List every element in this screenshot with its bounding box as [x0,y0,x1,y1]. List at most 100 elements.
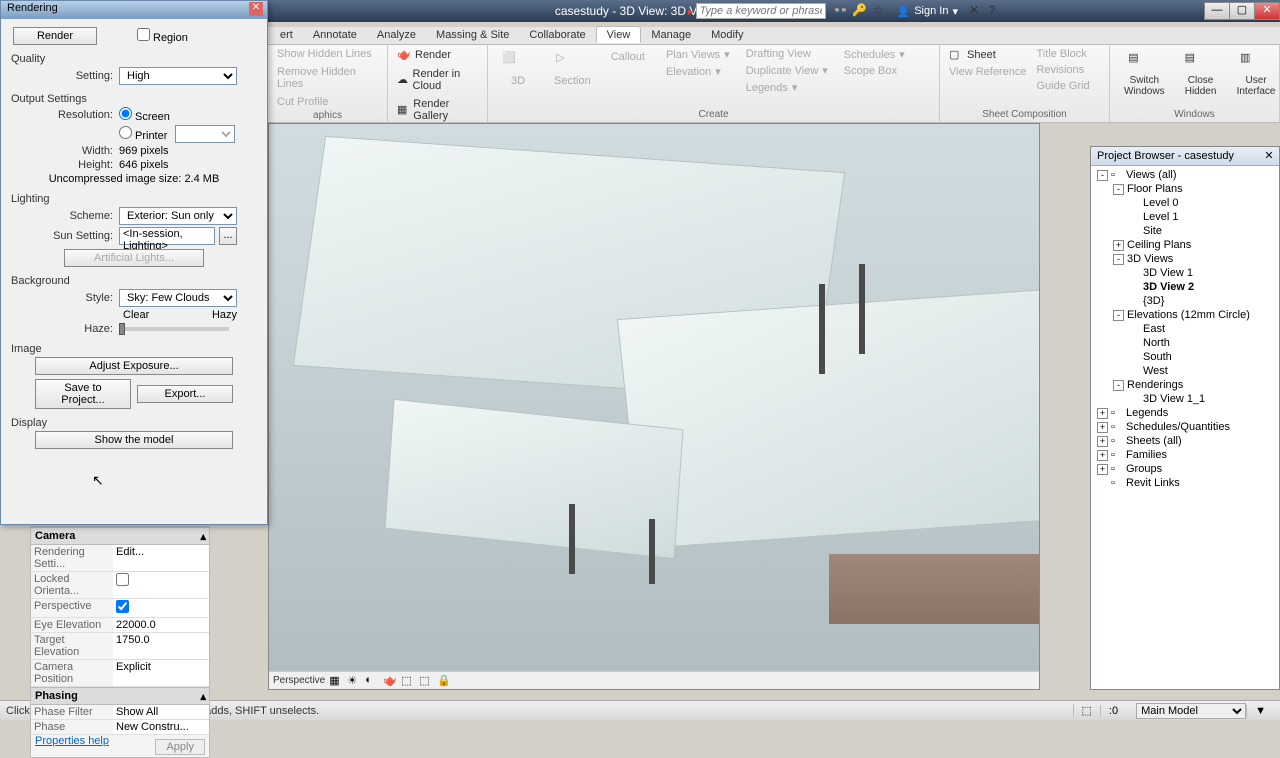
expand-icon[interactable]: - [1113,310,1124,321]
revisions-button[interactable]: Revisions [1033,63,1092,77]
property-row[interactable]: Perspective [31,599,209,618]
3d-view-button[interactable]: ⬜3D [494,47,542,91]
render-gallery-button[interactable]: ▦Render Gallery [394,97,481,123]
expand-icon[interactable]: + [1113,240,1124,251]
render-cloud-button[interactable]: ☁Render in Cloud [394,67,481,93]
lock-icon[interactable]: 🔒 [437,674,451,688]
tree-node[interactable]: +Ceiling Plans [1091,238,1279,252]
tree-node[interactable]: +▫Schedules/Quantities [1091,420,1279,434]
visual-style-icon[interactable]: ▦ [329,674,343,688]
exchange-icon[interactable]: ✕ [966,3,982,19]
section-button[interactable]: ▷Section [546,47,599,91]
property-row[interactable]: Phase FilterShow All [31,705,209,720]
render-button[interactable]: 🫖Render [394,47,454,63]
signin-button[interactable]: 👤 Sign In ▾ [897,5,958,18]
expand-icon[interactable]: + [1097,464,1108,475]
adjust-exposure-button[interactable]: Adjust Exposure... [35,357,233,375]
binoculars-icon[interactable]: 👓 [833,3,849,19]
view-ref-button[interactable]: View Reference [946,65,1029,79]
expand-icon[interactable]: - [1097,170,1108,181]
tree-node[interactable]: East [1091,322,1279,336]
shadows-icon[interactable]: ◐ [365,674,379,688]
filter-icon[interactable]: ▼ [1246,705,1274,717]
apply-button[interactable]: Apply [155,739,205,755]
property-row[interactable]: Locked Orienta... [31,572,209,599]
tab-massing[interactable]: Massing & Site [426,27,519,44]
tree-node[interactable]: +▫Sheets (all) [1091,434,1279,448]
schedules-button[interactable]: Schedules ▾ [841,47,908,62]
export-button[interactable]: Export... [137,385,233,403]
close-button[interactable]: ✕ [1254,2,1280,20]
drafting-view-button[interactable]: Drafting View [743,47,831,61]
sun-setting-browse-button[interactable]: ... [219,227,237,245]
tree-node[interactable]: Site [1091,224,1279,238]
elevation-button[interactable]: Elevation ▾ [663,64,733,79]
tab-collaborate[interactable]: Collaborate [519,27,595,44]
callout-button[interactable]: Callout [603,47,653,67]
property-row[interactable]: Camera PositionExplicit [31,660,209,687]
background-style-dropdown[interactable]: Sky: Few Clouds [119,289,237,307]
guide-grid-button[interactable]: Guide Grid [1033,79,1092,93]
favorite-icon[interactable]: ☆ [871,3,887,19]
tree-node[interactable]: {3D} [1091,294,1279,308]
tree-node[interactable]: -Floor Plans [1091,182,1279,196]
property-row[interactable]: Target Elevation1750.0 [31,633,209,660]
tree-node[interactable]: -▫Views (all) [1091,168,1279,182]
render-icon[interactable]: 🫖 [383,674,397,688]
plan-views-button[interactable]: Plan Views ▾ [663,47,733,62]
help-icon[interactable]: ? [984,3,1000,19]
tree-node[interactable]: -3D Views [1091,252,1279,266]
tab-view[interactable]: View [596,26,642,43]
press-drag-icon[interactable]: ⬚ [1073,704,1100,717]
tab-insert[interactable]: ert [270,27,303,44]
sun-path-icon[interactable]: ☀ [347,674,361,688]
expand-icon[interactable]: + [1097,422,1108,433]
show-model-button[interactable]: Show the model [35,431,233,449]
collapse-icon[interactable]: ▴ [200,690,206,703]
tree-node[interactable]: -Renderings [1091,378,1279,392]
key-icon[interactable]: 🔑 [852,3,868,19]
expand-icon[interactable]: + [1097,436,1108,447]
scope-box-button[interactable]: Scope Box [841,64,908,78]
tab-annotate[interactable]: Annotate [303,27,367,44]
dialog-title-bar[interactable]: Rendering ✕ [1,1,267,19]
printer-radio[interactable]: Printer [119,126,167,142]
camera-category[interactable]: Camera▴ [31,527,209,545]
region-checkbox[interactable] [137,28,150,41]
expand-icon[interactable]: - [1113,254,1124,265]
tree-node[interactable]: ▫Revit Links [1091,476,1279,490]
minimize-button[interactable]: — [1204,2,1230,20]
crop-icon[interactable]: ⬚ [401,674,415,688]
lighting-scheme-dropdown[interactable]: Exterior: Sun only [119,207,237,225]
tab-analyze[interactable]: Analyze [367,27,426,44]
sheet-button[interactable]: ▢Sheet [946,47,1029,63]
property-row[interactable]: Eye Elevation22000.0 [31,618,209,633]
tree-node[interactable]: 3D View 2 [1091,280,1279,294]
tab-manage[interactable]: Manage [641,27,701,44]
screen-radio[interactable]: Screen [119,107,170,123]
legends-button[interactable]: Legends ▾ [743,80,831,95]
tree-node[interactable]: Level 1 [1091,210,1279,224]
project-browser-title[interactable]: Project Browser - casestudy ✕ [1091,147,1279,166]
expand-icon[interactable]: - [1113,380,1124,391]
properties-help-link[interactable]: Properties help [31,732,113,750]
crop-show-icon[interactable]: ⬚ [419,674,433,688]
search-input[interactable] [696,3,826,19]
3d-viewport[interactable]: Perspective ▦ ☀ ◐ 🫖 ⬚ ⬚ 🔒 [268,123,1040,690]
tree-node[interactable]: North [1091,336,1279,350]
dialog-close-button[interactable]: ✕ [249,2,263,16]
title-block-button[interactable]: Title Block [1033,47,1092,61]
save-to-project-button[interactable]: Save to Project... [35,379,131,409]
tree-node[interactable]: 3D View 1 [1091,266,1279,280]
expand-icon[interactable]: + [1097,408,1108,419]
expand-icon[interactable]: - [1113,184,1124,195]
close-hidden-button[interactable]: ▤ Close Hidden [1177,47,1225,101]
phasing-category[interactable]: Phasing▴ [31,687,209,705]
tree-node[interactable]: +▫Groups [1091,462,1279,476]
user-interface-button[interactable]: ▥ User Interface [1229,47,1280,101]
maximize-button[interactable]: ▢ [1229,2,1255,20]
collapse-icon[interactable]: ▴ [200,530,206,543]
tree-node[interactable]: South [1091,350,1279,364]
haze-slider[interactable] [119,327,229,331]
tree-node[interactable]: Level 0 [1091,196,1279,210]
